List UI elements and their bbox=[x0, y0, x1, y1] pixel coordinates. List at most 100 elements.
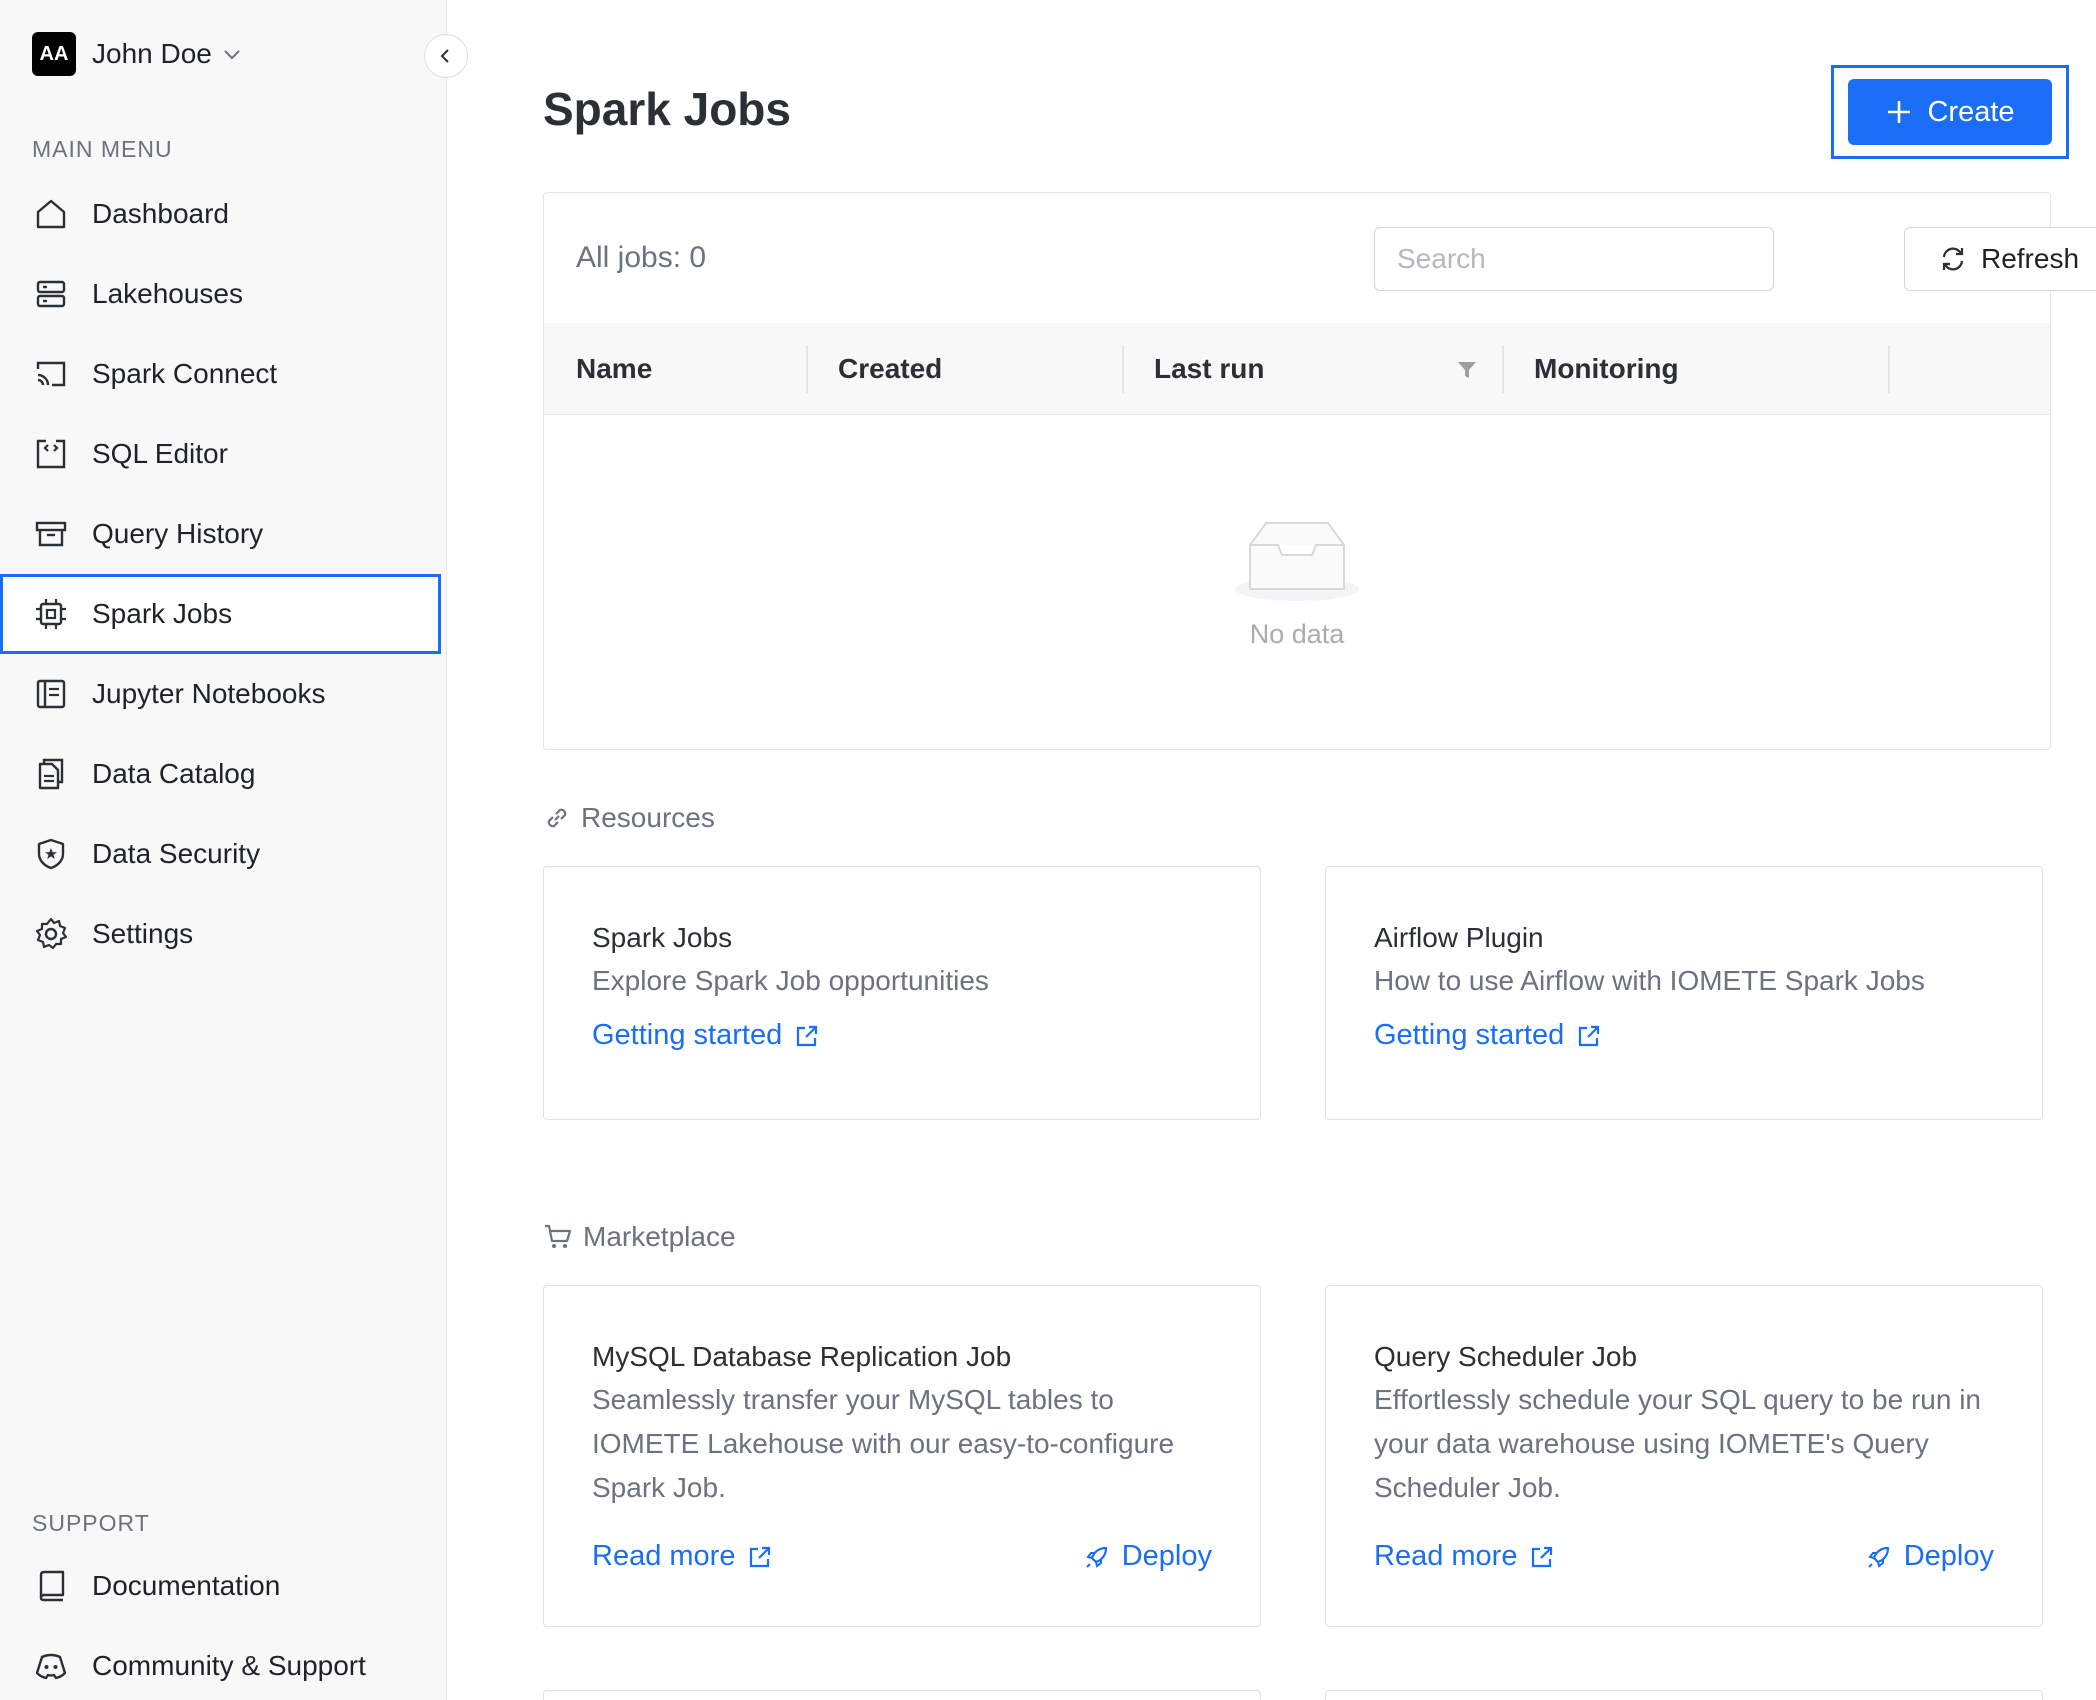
shield-star-icon bbox=[32, 835, 70, 873]
read-more-link[interactable]: Read more bbox=[1374, 1540, 1555, 1573]
card-title: Spark Jobs bbox=[592, 922, 733, 953]
marketplace-card-query-scheduler: Query Scheduler Job Effortlessly schedul… bbox=[1325, 1285, 2043, 1627]
sidebar-item-label: Documentation bbox=[92, 1570, 281, 1601]
marketplace-card-mysql-replication: MySQL Database Replication Job Seamlessl… bbox=[543, 1285, 1261, 1627]
filter-icon[interactable] bbox=[1456, 359, 1478, 381]
chip-icon bbox=[32, 595, 70, 633]
sidebar-item-label: Spark Connect bbox=[92, 358, 278, 389]
create-button-focus: Create bbox=[1831, 65, 2069, 159]
deploy-button[interactable]: Deploy bbox=[1084, 1540, 1212, 1573]
collapse-sidebar-button[interactable] bbox=[424, 34, 468, 78]
link-label: Read more bbox=[1374, 1540, 1518, 1572]
marketplace-card-partial bbox=[543, 1690, 1261, 1700]
resources-title: Resources bbox=[581, 802, 715, 833]
jobs-table-card: All jobs: 0 Refresh Name Created Last ru… bbox=[543, 192, 2096, 750]
sidebar-item-data-catalog[interactable]: Data Catalog bbox=[0, 734, 447, 814]
sidebar-item-documentation[interactable]: Documentation bbox=[0, 1546, 447, 1626]
column-divider bbox=[806, 345, 808, 393]
rocket-icon bbox=[1084, 1544, 1110, 1570]
refresh-button[interactable]: Refresh bbox=[1904, 227, 2096, 291]
sidebar-item-dashboard[interactable]: Dashboard bbox=[0, 174, 447, 254]
book-icon bbox=[32, 1567, 70, 1605]
sidebar-item-label: Data Catalog bbox=[92, 758, 256, 789]
home-icon bbox=[32, 195, 70, 233]
user-name: John Doe bbox=[92, 38, 212, 69]
deploy-label: Deploy bbox=[1903, 1540, 1994, 1572]
resource-card-spark-jobs: Spark Jobs Explore Spark Job opportuniti… bbox=[543, 866, 1261, 1120]
column-header-last-run[interactable]: Last run bbox=[1154, 323, 1264, 415]
card-description: Seamlessly transfer your MySQL tables to… bbox=[592, 1384, 1175, 1503]
sidebar-item-label: Data Security bbox=[92, 838, 261, 869]
code-file-icon bbox=[32, 435, 70, 473]
notebook-icon bbox=[32, 675, 70, 713]
marketplace-card-partial bbox=[1325, 1690, 2043, 1700]
table-header: Name Created Last run Monitoring bbox=[544, 323, 2050, 415]
archive-icon bbox=[32, 515, 70, 553]
sidebar-item-query-history[interactable]: Query History bbox=[0, 494, 447, 574]
sidebar-item-settings[interactable]: Settings bbox=[0, 894, 447, 974]
sidebar-item-sql-editor[interactable]: SQL Editor bbox=[0, 414, 447, 494]
getting-started-link[interactable]: Getting started bbox=[592, 1019, 820, 1052]
card-description: Effortlessly schedule your SQL query to … bbox=[1374, 1384, 1981, 1503]
read-more-link[interactable]: Read more bbox=[592, 1540, 773, 1573]
sidebar-item-lakehouses[interactable]: Lakehouses bbox=[0, 254, 447, 334]
empty-inbox-icon bbox=[1232, 515, 1362, 605]
support-label: SUPPORT bbox=[32, 1510, 150, 1536]
jobs-count: All jobs: 0 bbox=[576, 241, 707, 274]
sidebar-item-label: Jupyter Notebooks bbox=[92, 678, 326, 709]
cart-icon bbox=[543, 1222, 573, 1252]
catalog-icon bbox=[32, 755, 70, 793]
getting-started-link[interactable]: Getting started bbox=[1374, 1019, 1602, 1052]
search-input[interactable] bbox=[1374, 227, 1774, 291]
server-icon bbox=[32, 275, 70, 313]
sidebar-item-label: SQL Editor bbox=[92, 438, 228, 469]
column-header-created[interactable]: Created bbox=[838, 323, 942, 415]
main-menu-label: MAIN MENU bbox=[32, 136, 173, 162]
column-divider bbox=[1502, 345, 1504, 393]
sidebar-item-spark-connect[interactable]: Spark Connect bbox=[0, 334, 447, 414]
external-link-icon bbox=[1529, 1544, 1555, 1570]
page-title: Spark Jobs bbox=[543, 83, 791, 135]
link-label: Getting started bbox=[1374, 1019, 1565, 1051]
sidebar-item-data-security[interactable]: Data Security bbox=[0, 814, 447, 894]
column-divider bbox=[1122, 345, 1124, 393]
sidebar-item-spark-jobs[interactable]: Spark Jobs bbox=[0, 574, 441, 654]
card-description: How to use Airflow with IOMETE Spark Job… bbox=[1374, 965, 1925, 996]
sidebar-item-label: Spark Jobs bbox=[92, 598, 233, 629]
user-menu[interactable]: AA John Doe bbox=[32, 32, 244, 76]
resource-card-airflow-plugin: Airflow Plugin How to use Airflow with I… bbox=[1325, 866, 2043, 1120]
sidebar-item-label: Lakehouses bbox=[92, 278, 244, 309]
card-title: Query Scheduler Job bbox=[1374, 1341, 1638, 1372]
external-link-icon bbox=[1576, 1023, 1602, 1049]
avatar: AA bbox=[32, 32, 76, 76]
gear-icon bbox=[32, 915, 70, 953]
deploy-label: Deploy bbox=[1121, 1540, 1212, 1572]
refresh-label: Refresh bbox=[1980, 243, 2080, 274]
external-link-icon bbox=[794, 1023, 820, 1049]
create-button[interactable]: Create bbox=[1848, 79, 2052, 145]
card-title: MySQL Database Replication Job bbox=[592, 1341, 1012, 1372]
link-icon bbox=[543, 804, 571, 832]
column-header-name[interactable]: Name bbox=[576, 323, 652, 415]
sidebar-item-community-support[interactable]: Community & Support bbox=[0, 1626, 447, 1700]
main-content: Spark Jobs Create All jobs: 0 Refresh Na… bbox=[447, 0, 2096, 1700]
resources-heading: Resources bbox=[543, 802, 715, 834]
empty-state: No data bbox=[544, 415, 2050, 749]
link-label: Getting started bbox=[592, 1019, 783, 1051]
link-label: Read more bbox=[592, 1540, 736, 1572]
card-title: Airflow Plugin bbox=[1374, 922, 1544, 953]
sidebar: AA John Doe MAIN MENU Dashboard Lakehous… bbox=[0, 0, 447, 1700]
plus-icon bbox=[1885, 98, 1913, 126]
sidebar-item-label: Settings bbox=[92, 918, 194, 949]
external-link-icon bbox=[747, 1544, 773, 1570]
create-label: Create bbox=[1927, 95, 2015, 128]
empty-text: No data bbox=[1249, 618, 1345, 649]
deploy-button[interactable]: Deploy bbox=[1866, 1540, 1994, 1573]
sidebar-item-label: Community & Support bbox=[92, 1650, 366, 1681]
column-header-monitoring[interactable]: Monitoring bbox=[1534, 323, 1679, 415]
discord-icon bbox=[32, 1647, 70, 1685]
refresh-icon bbox=[1939, 245, 1967, 273]
sidebar-item-jupyter-notebooks[interactable]: Jupyter Notebooks bbox=[0, 654, 447, 734]
card-description: Explore Spark Job opportunities bbox=[592, 965, 989, 996]
chevron-left-icon bbox=[437, 47, 455, 65]
